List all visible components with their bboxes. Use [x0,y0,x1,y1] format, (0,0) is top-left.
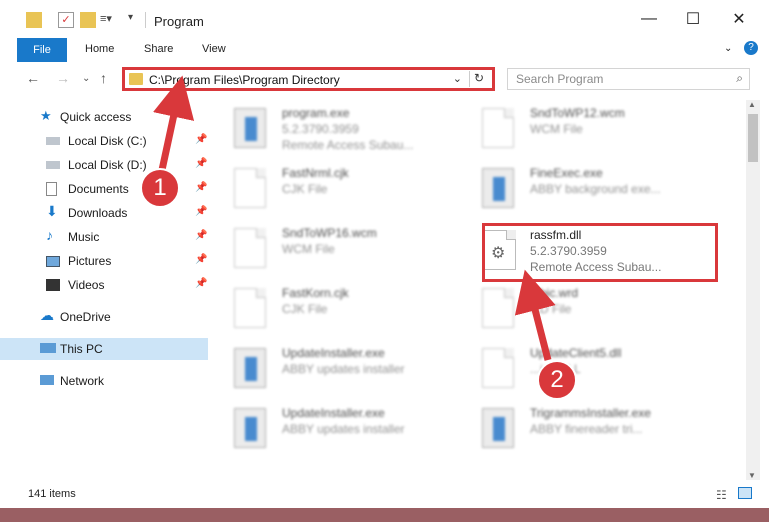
annotation-arrows [153,75,556,361]
callout-2: 2 [537,360,577,400]
callout-1: 1 [140,168,180,208]
arrow-2 [514,269,556,361]
arrow-1 [153,75,195,171]
